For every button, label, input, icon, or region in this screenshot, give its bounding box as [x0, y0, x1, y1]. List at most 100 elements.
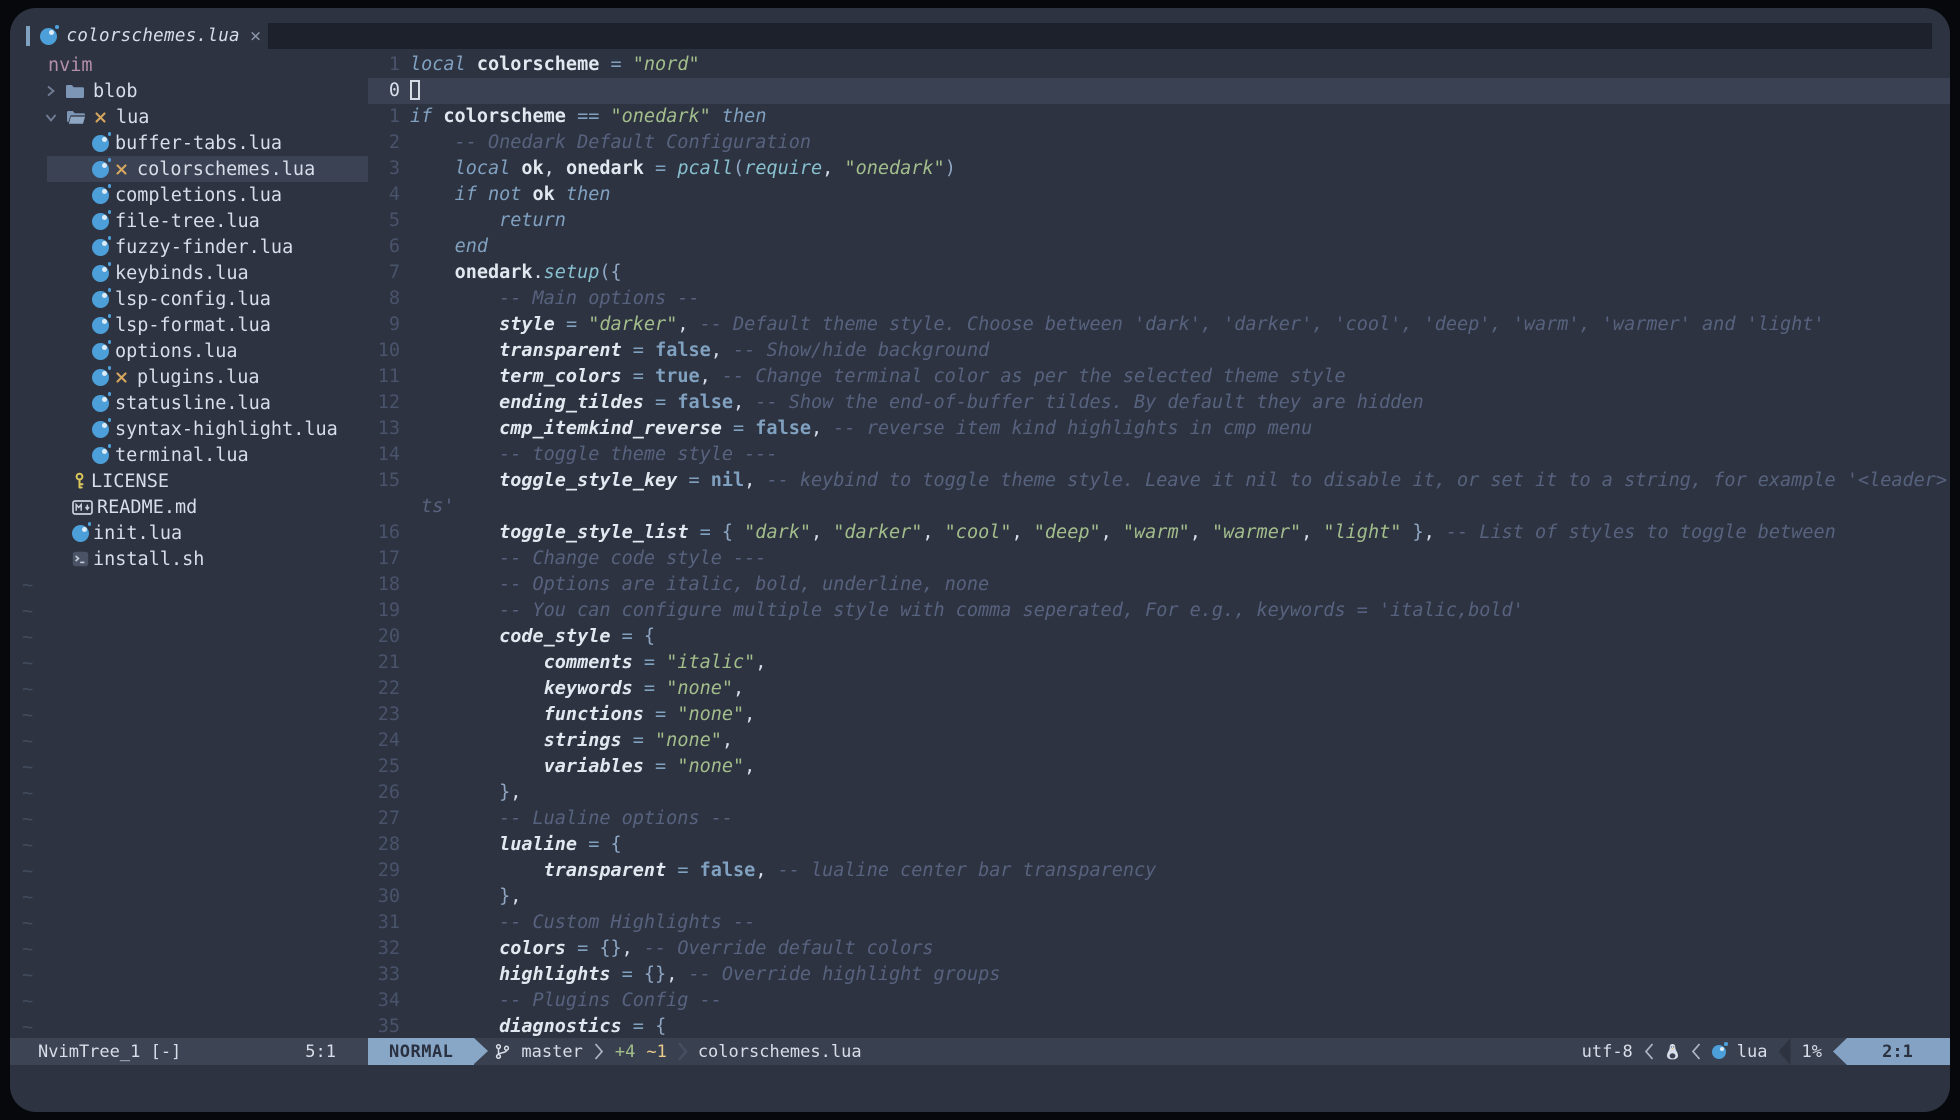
- code-line[interactable]: 6 end: [368, 234, 1950, 260]
- tree-item-init-lua[interactable]: init.lua: [10, 520, 368, 546]
- code-line[interactable]: 13 cmp_itemkind_reverse = false, -- reve…: [368, 416, 1950, 442]
- tree-item-fuzzy-finder-lua[interactable]: fuzzy-finder.lua: [10, 234, 368, 260]
- code-token: [410, 236, 455, 257]
- tree-item-statusline-lua[interactable]: statusline.lua: [10, 390, 368, 416]
- code-line[interactable]: 29 transparent = false, -- lualine cente…: [368, 858, 1950, 884]
- tree-item-readme-md[interactable]: README.md: [10, 494, 368, 520]
- tree-item-license[interactable]: LICENSE: [10, 468, 368, 494]
- code-line[interactable]: ts': [368, 494, 1950, 520]
- tree-item-blob[interactable]: blob: [10, 78, 368, 104]
- code-line[interactable]: 5 return: [368, 208, 1950, 234]
- code-token: =: [677, 470, 710, 491]
- code-token: [410, 340, 499, 361]
- tree-item-install-sh[interactable]: install.sh: [10, 546, 368, 572]
- git-modified-mark-icon: [115, 163, 128, 176]
- code-line[interactable]: 8 -- Main options --: [368, 286, 1950, 312]
- code-line[interactable]: 9 style = "darker", -- Default theme sty…: [368, 312, 1950, 338]
- code-line[interactable]: 3 local ok, onedark = pcall(require, "on…: [368, 156, 1950, 182]
- line-number: 0: [368, 78, 400, 104]
- tree-item-colorschemes-lua[interactable]: colorschemes.lua: [10, 156, 368, 182]
- code-line[interactable]: 28 lualine = {: [368, 832, 1950, 858]
- tree-item-file-tree-lua[interactable]: file-tree.lua: [10, 208, 368, 234]
- code-line[interactable]: 1local colorscheme = "nord": [368, 52, 1950, 78]
- code-token: -- Onedark Default Configuration: [410, 132, 811, 153]
- code-line[interactable]: 2 -- Onedark Default Configuration: [368, 130, 1950, 156]
- tree-item-completions-lua[interactable]: completions.lua: [10, 182, 368, 208]
- powerline-notch: [1779, 1038, 1791, 1065]
- code-token: false: [755, 418, 811, 439]
- code-line[interactable]: 35 diagnostics = {: [368, 1014, 1950, 1038]
- code-token: ,: [733, 678, 744, 699]
- empty-line-tilde: ~: [10, 780, 368, 806]
- code-token: keywords: [544, 678, 633, 699]
- code-line[interactable]: 32 colors = {}, -- Override default colo…: [368, 936, 1950, 962]
- tab-label: colorschemes.lua: [67, 26, 240, 46]
- chevron-down-icon[interactable]: [44, 111, 58, 124]
- empty-line-tilde: ~: [10, 702, 368, 728]
- code-line-text: local ok, onedark = pcall(require, "oned…: [400, 156, 956, 182]
- code-line[interactable]: 11 term_colors = true, -- Change termina…: [368, 364, 1950, 390]
- tree-item-label: colorschemes.lua: [137, 159, 315, 180]
- code-token: "nord": [633, 54, 700, 75]
- code-token: ,: [711, 340, 733, 361]
- code-line[interactable]: 15 toggle_style_key = nil, -- keybind to…: [368, 468, 1950, 494]
- code-token: ,: [722, 730, 733, 751]
- tree-item-label: init.lua: [93, 523, 182, 544]
- tree-item-terminal-lua[interactable]: terminal.lua: [10, 442, 368, 468]
- code-line[interactable]: 25 variables = "none",: [368, 754, 1950, 780]
- code-line[interactable]: 18 -- Options are italic, bold, underlin…: [368, 572, 1950, 598]
- code-line[interactable]: 16 toggle_style_list = { "dark", "darker…: [368, 520, 1950, 546]
- line-number: 4: [368, 182, 400, 208]
- code-line[interactable]: 1if colorscheme == "onedark" then: [368, 104, 1950, 130]
- chevron-right-icon[interactable]: [44, 84, 57, 98]
- tab-close-icon[interactable]: ×: [250, 27, 261, 46]
- code-line[interactable]: 27 -- Lualine options --: [368, 806, 1950, 832]
- tree-item-lsp-config-lua[interactable]: lsp-config.lua: [10, 286, 368, 312]
- code-token: =: [622, 730, 655, 751]
- code-line[interactable]: 21 comments = "italic",: [368, 650, 1950, 676]
- chevron-left-icon: [1644, 1042, 1654, 1061]
- code-line-text: -- Main options --: [400, 286, 700, 312]
- code-line-text: colors = {}, -- Override default colors: [400, 936, 934, 962]
- code-token: [410, 678, 544, 699]
- code-line[interactable]: 17 -- Change code style ---: [368, 546, 1950, 572]
- code-line[interactable]: 30 },: [368, 884, 1950, 910]
- tree-root-folder[interactable]: nvim: [10, 52, 368, 78]
- code-token: {: [611, 834, 622, 855]
- code-line[interactable]: 10 transparent = false, -- Show/hide bac…: [368, 338, 1950, 364]
- tree-item-options-lua[interactable]: options.lua: [10, 338, 368, 364]
- code-line[interactable]: 24 strings = "none",: [368, 728, 1950, 754]
- code-line[interactable]: 31 -- Custom Highlights --: [368, 910, 1950, 936]
- code-token: =: [611, 626, 644, 647]
- code-line[interactable]: 12 ending_tildes = false, -- Show the en…: [368, 390, 1950, 416]
- tree-item-syntax-highlight-lua[interactable]: syntax-highlight.lua: [10, 416, 368, 442]
- code-line-cursor[interactable]: 0: [368, 78, 1950, 104]
- code-line[interactable]: 7 onedark.setup({: [368, 260, 1950, 286]
- code-line[interactable]: 34 -- Plugins Config --: [368, 988, 1950, 1014]
- code-line[interactable]: 19 -- You can configure multiple style w…: [368, 598, 1950, 624]
- tree-item-keybinds-lua[interactable]: keybinds.lua: [10, 260, 368, 286]
- code-line-text: ts': [400, 494, 455, 520]
- code-line[interactable]: 4 if not ok then: [368, 182, 1950, 208]
- code-line-text: cmp_itemkind_reverse = false, -- reverse…: [400, 416, 1312, 442]
- code-line[interactable]: 22 keywords = "none",: [368, 676, 1950, 702]
- tree-item-lua[interactable]: lua: [10, 104, 368, 130]
- tree-item-label: syntax-highlight.lua: [115, 419, 338, 440]
- code-line-text: -- Options are italic, bold, underline, …: [400, 572, 989, 598]
- code-token: false: [677, 392, 733, 413]
- lua-file-icon: [92, 343, 109, 360]
- code-token: [410, 314, 499, 335]
- code-line[interactable]: 26 },: [368, 780, 1950, 806]
- code-token: [410, 834, 499, 855]
- line-number: 15: [368, 468, 400, 494]
- code-line[interactable]: 20 code_style = {: [368, 624, 1950, 650]
- code-line[interactable]: 23 functions = "none",: [368, 702, 1950, 728]
- tree-item-buffer-tabs-lua[interactable]: buffer-tabs.lua: [10, 130, 368, 156]
- tree-item-label: blob: [93, 81, 138, 102]
- code-line-text: -- Plugins Config --: [400, 988, 722, 1014]
- code-line[interactable]: 33 highlights = {}, -- Override highligh…: [368, 962, 1950, 988]
- tree-item-plugins-lua[interactable]: plugins.lua: [10, 364, 368, 390]
- code-line[interactable]: 14 -- toggle theme style ---: [368, 442, 1950, 468]
- tree-item-lsp-format-lua[interactable]: lsp-format.lua: [10, 312, 368, 338]
- code-token: [410, 418, 499, 439]
